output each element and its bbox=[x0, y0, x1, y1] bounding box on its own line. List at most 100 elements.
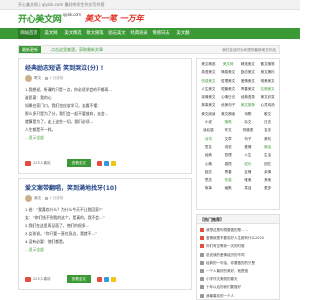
category-link[interactable]: 随笔 bbox=[219, 119, 238, 126]
qzone-share-icon[interactable] bbox=[111, 160, 117, 166]
site-logo[interactable]: 开心美文网qiyisk.com bbox=[18, 12, 81, 25]
category-link[interactable]: 优美句子 bbox=[219, 102, 238, 109]
avatar[interactable] bbox=[25, 75, 32, 82]
category-link[interactable]: 其他 bbox=[258, 177, 277, 184]
category-link[interactable]: 友情美文 bbox=[258, 86, 277, 93]
category-link[interactable]: 励志美文 bbox=[239, 69, 258, 76]
category-link[interactable]: 笑话 bbox=[239, 185, 258, 192]
category-link[interactable]: 美文精选 bbox=[199, 61, 218, 68]
hot-item[interactable]: 我想这是你想要做的是…… bbox=[200, 226, 276, 234]
hot-item[interactable]: 我最喜欢的一个人 bbox=[200, 292, 276, 300]
category-link[interactable]: 经典语录 bbox=[239, 94, 258, 101]
category-link[interactable]: 散文 bbox=[258, 111, 277, 118]
category-link[interactable]: 精选美文 bbox=[239, 61, 258, 68]
category-link[interactable]: 经典 bbox=[199, 152, 218, 159]
article-author[interactable]: 寄文 bbox=[34, 76, 41, 81]
category-link[interactable]: 励志 bbox=[199, 169, 218, 176]
category-link[interactable]: 感悟 bbox=[219, 161, 238, 168]
category-link[interactable]: 读后感 bbox=[199, 127, 218, 134]
category-link[interactable]: 伤感 bbox=[219, 177, 238, 184]
category-link[interactable]: 小说 bbox=[199, 119, 218, 126]
nav-item-home[interactable]: 网站首页 bbox=[18, 28, 40, 39]
category-link[interactable]: 哲理美文 bbox=[219, 78, 238, 85]
category-link[interactable]: 散文随笔 bbox=[258, 61, 277, 68]
category-link[interactable]: 祝福语 bbox=[239, 127, 258, 134]
update-link[interactable]: 点击这里美酒，获取最新文章 bbox=[51, 46, 103, 53]
category-link[interactable]: 心情日记 bbox=[219, 94, 238, 101]
category-link[interactable]: 情话 bbox=[258, 144, 277, 151]
category-link[interactable]: 诗词 bbox=[199, 136, 218, 143]
qq-share-icon[interactable] bbox=[104, 160, 110, 166]
category-link[interactable]: 名言 bbox=[258, 127, 277, 134]
hot-item[interactable]: 小学作文美丽的春天 bbox=[200, 275, 276, 283]
category-link[interactable]: 杂文 bbox=[239, 119, 258, 126]
category-link[interactable]: 美文欣赏 bbox=[258, 94, 277, 101]
avatar[interactable] bbox=[25, 195, 32, 202]
nav-item-diary[interactable]: 情感日志 bbox=[150, 28, 172, 39]
nav-item-more[interactable]: 美文翻 bbox=[172, 28, 194, 39]
nav-item-inspire[interactable]: 励志美文 bbox=[106, 28, 128, 39]
view-full-button[interactable]: 查看全文 bbox=[66, 159, 92, 167]
category-link[interactable]: 心情 bbox=[199, 161, 218, 168]
nav-item-quotes[interactable]: 经典语录 bbox=[128, 28, 150, 39]
category-link[interactable]: 美文网 bbox=[219, 61, 238, 68]
category-link[interactable]: 思念 bbox=[199, 177, 218, 184]
category-link[interactable]: 爱情 bbox=[239, 144, 258, 151]
category-link[interactable]: 文章 bbox=[219, 136, 238, 143]
category-link[interactable]: 青春 bbox=[219, 169, 238, 176]
view-full-button[interactable]: 查看全文 bbox=[66, 275, 92, 283]
nav-item-selected[interactable]: 美文精选 bbox=[62, 28, 84, 39]
category-link[interactable]: 作文 bbox=[219, 127, 238, 134]
category-link[interactable]: 美文朗读 bbox=[219, 111, 238, 118]
category-link[interactable]: 青春美文 bbox=[239, 86, 258, 93]
category-link[interactable]: 人生美文 bbox=[199, 86, 218, 93]
category-link[interactable]: 说说 bbox=[219, 144, 238, 151]
hot-item[interactable]: 爱情就是不要说好人生都有什么2020 bbox=[200, 234, 276, 242]
category-link[interactable]: 美句 bbox=[258, 136, 277, 143]
category-link[interactable]: 唯美 bbox=[239, 177, 258, 184]
category-link[interactable]: 美文摘抄 bbox=[258, 69, 277, 76]
category-link[interactable]: 伤感美文 bbox=[199, 78, 218, 85]
article-title[interactable]: 经典励志短语 笑到哭泣(分) ! bbox=[25, 63, 185, 72]
like-button[interactable]: 225人喜欢 bbox=[25, 276, 51, 282]
qq-share-icon[interactable] bbox=[104, 276, 110, 282]
category-link[interactable]: 爱情美文 bbox=[239, 78, 258, 85]
category-link[interactable]: 亲情 bbox=[258, 169, 277, 176]
article-author[interactable]: 我文 bbox=[34, 196, 41, 201]
article-title[interactable]: 爱文案带翻唱，笑到满地找牙(10) bbox=[25, 183, 185, 192]
show-more-link[interactable]: …显示全部 bbox=[25, 134, 185, 142]
category-link[interactable]: 生活 bbox=[258, 152, 277, 159]
weibo-share-icon[interactable] bbox=[97, 160, 103, 166]
hot-item[interactable]: 你们有空等到一天的时候 bbox=[200, 242, 276, 250]
hot-item[interactable]: 说说我的爱情经历的不同 bbox=[200, 251, 276, 259]
hot-item[interactable]: 十年以后的我们要做好 bbox=[200, 283, 276, 291]
category-link[interactable]: 心灵鸡汤 bbox=[258, 102, 277, 109]
category-link[interactable]: 短篇美文 bbox=[219, 86, 238, 93]
category-link[interactable]: 回忆 bbox=[258, 161, 277, 168]
category-link[interactable]: 更多 bbox=[258, 185, 277, 192]
category-link[interactable]: 句子 bbox=[239, 136, 258, 143]
category-link[interactable]: 成长 bbox=[239, 161, 258, 168]
nav-item-meiwen[interactable]: 美文网 bbox=[40, 28, 62, 39]
weibo-share-icon[interactable] bbox=[97, 276, 103, 282]
category-link[interactable]: 哲理 bbox=[219, 152, 238, 159]
category-link[interactable]: 故事美文 bbox=[199, 102, 218, 109]
category-link[interactable]: 故事 bbox=[199, 185, 218, 192]
category-link[interactable]: 签名 bbox=[199, 144, 218, 151]
like-button[interactable]: 225人喜欢 bbox=[25, 160, 51, 166]
show-more-link[interactable]: …显示全部 bbox=[25, 246, 185, 254]
qzone-share-icon[interactable] bbox=[111, 276, 117, 282]
category-link[interactable]: 人生 bbox=[239, 152, 258, 159]
category-link[interactable]: 幽默 bbox=[219, 185, 238, 192]
nav-item-essay[interactable]: 散文随笔 bbox=[84, 28, 106, 39]
category-link[interactable]: 情感美文 bbox=[219, 69, 238, 76]
hot-item[interactable]: 经典的一句话，你要做的的只是 bbox=[200, 259, 276, 267]
category-link[interactable]: 日志 bbox=[258, 119, 277, 126]
category-link[interactable]: 唯美美文 bbox=[258, 78, 277, 85]
category-link[interactable]: 美文阅读 bbox=[199, 111, 218, 118]
category-link[interactable]: 美文推荐 bbox=[239, 102, 258, 109]
category-link[interactable]: 友情 bbox=[239, 169, 258, 176]
category-link[interactable]: 亲情美文 bbox=[199, 94, 218, 101]
category-link[interactable]: 诗歌 bbox=[239, 111, 258, 118]
hot-item[interactable]: 一个人最好的美好，就是做 bbox=[200, 267, 276, 275]
